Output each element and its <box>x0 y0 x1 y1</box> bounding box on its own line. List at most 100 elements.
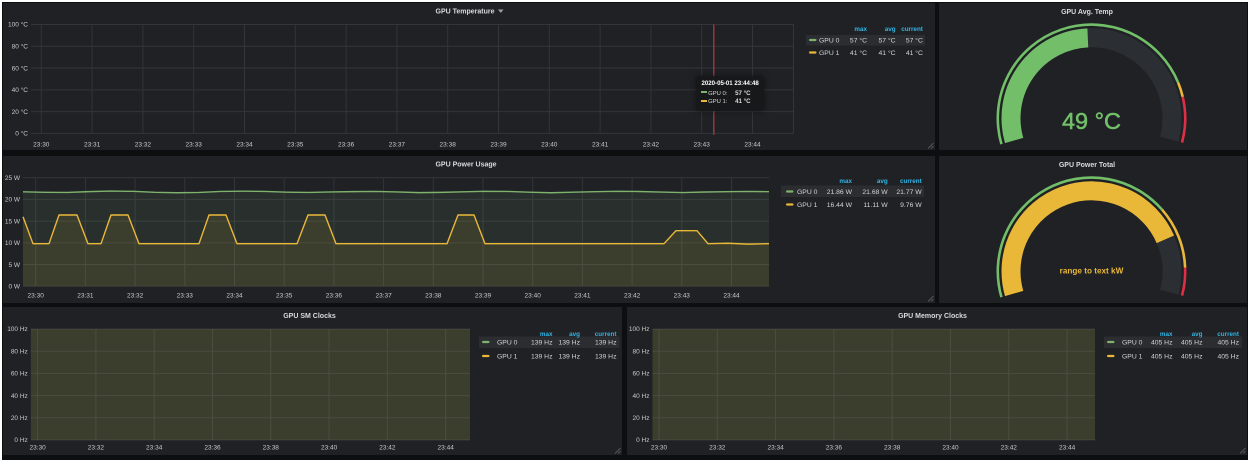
svg-text:23:44: 23:44 <box>744 141 761 148</box>
svg-text:GPU Avg. Temp: GPU Avg. Temp <box>1061 9 1113 16</box>
svg-text:57 °C: 57 °C <box>906 37 923 45</box>
svg-text:max: max <box>839 178 852 185</box>
svg-text:23:34: 23:34 <box>767 445 784 452</box>
svg-text:139 Hz: 139 Hz <box>595 354 617 361</box>
svg-text:current: current <box>900 178 923 185</box>
svg-text:5 W: 5 W <box>8 262 20 269</box>
svg-text:23:39: 23:39 <box>490 141 507 148</box>
svg-text:20 °C: 20 °C <box>12 108 29 116</box>
svg-text:23:40: 23:40 <box>525 293 542 300</box>
svg-text:23:41: 23:41 <box>574 293 591 300</box>
svg-text:139 Hz: 139 Hz <box>531 354 553 361</box>
svg-text:60 °C: 60 °C <box>12 64 29 72</box>
svg-text:23:34: 23:34 <box>226 293 243 300</box>
svg-text:20 Hz: 20 Hz <box>633 415 650 422</box>
svg-text:max: max <box>1160 331 1173 338</box>
svg-text:23:36: 23:36 <box>326 293 343 300</box>
svg-text:25 W: 25 W <box>5 175 21 182</box>
svg-text:21.86 W: 21.86 W <box>827 189 853 196</box>
svg-text:max: max <box>540 331 553 338</box>
svg-text:23:34: 23:34 <box>146 445 163 452</box>
svg-text:23:30: 23:30 <box>28 293 45 300</box>
svg-text:range to text kW: range to text kW <box>1060 267 1124 276</box>
svg-text:GPU Power Usage: GPU Power Usage <box>435 162 496 169</box>
svg-text:15 W: 15 W <box>5 218 21 225</box>
svg-text:100 °C: 100 °C <box>8 21 28 29</box>
svg-text:0 Hz: 0 Hz <box>636 437 649 444</box>
svg-text:80 Hz: 80 Hz <box>633 348 650 355</box>
svg-text:23:35: 23:35 <box>287 141 304 148</box>
svg-text:GPU SM Clocks: GPU SM Clocks <box>283 313 336 320</box>
svg-text:23:44: 23:44 <box>438 445 455 452</box>
svg-text:max: max <box>854 26 867 33</box>
svg-text:23:30: 23:30 <box>33 141 50 148</box>
svg-text:41 °C: 41 °C <box>906 49 923 57</box>
svg-text:21.77 W: 21.77 W <box>896 189 922 196</box>
svg-text:40 Hz: 40 Hz <box>633 393 650 400</box>
svg-text:GPU 0: GPU 0 <box>497 340 518 347</box>
svg-text:60 Hz: 60 Hz <box>633 371 650 378</box>
svg-text:23:36: 23:36 <box>338 141 355 148</box>
svg-text:23:40: 23:40 <box>321 445 338 452</box>
svg-text:23:37: 23:37 <box>389 141 406 148</box>
svg-text:23:30: 23:30 <box>29 445 46 452</box>
svg-text:57 °C: 57 °C <box>850 37 867 45</box>
svg-text:GPU 1: GPU 1 <box>797 202 818 209</box>
svg-text:23:35: 23:35 <box>276 293 293 300</box>
svg-text:23:42: 23:42 <box>379 445 396 452</box>
svg-text:GPU 0: GPU 0 <box>797 189 818 196</box>
svg-text:23:41: 23:41 <box>592 141 609 148</box>
svg-text:23:43: 23:43 <box>694 141 711 148</box>
svg-text:40 Hz: 40 Hz <box>11 393 28 400</box>
svg-text:23:33: 23:33 <box>177 293 194 300</box>
svg-text:avg: avg <box>1192 331 1203 338</box>
svg-text:23:38: 23:38 <box>440 141 457 148</box>
svg-text:49 °C: 49 °C <box>1062 108 1121 134</box>
svg-text:23:37: 23:37 <box>375 293 392 300</box>
svg-text:405 Hz: 405 Hz <box>1217 354 1239 361</box>
svg-text:23:42: 23:42 <box>1001 445 1018 452</box>
svg-text:current: current <box>901 26 924 33</box>
svg-text:16.44 W: 16.44 W <box>827 202 853 209</box>
svg-text:139 Hz: 139 Hz <box>595 340 617 347</box>
svg-text:23:42: 23:42 <box>643 141 660 148</box>
svg-text:GPU Temperature: GPU Temperature <box>436 9 495 16</box>
svg-text:GPU Memory Clocks: GPU Memory Clocks <box>898 313 967 320</box>
svg-text:0 W: 0 W <box>8 284 20 291</box>
svg-text:23:44: 23:44 <box>1059 445 1076 452</box>
svg-text:GPU 1: GPU 1 <box>497 354 518 361</box>
svg-text:405 Hz: 405 Hz <box>1217 340 1239 347</box>
svg-text:23:36: 23:36 <box>204 445 221 452</box>
svg-text:10 W: 10 W <box>5 240 21 247</box>
svg-text:GPU 0: GPU 0 <box>1122 340 1143 347</box>
svg-text:40 °C: 40 °C <box>12 86 29 94</box>
svg-text:41 °C: 41 °C <box>850 49 867 57</box>
svg-text:21.68 W: 21.68 W <box>862 189 888 196</box>
svg-text:23:31: 23:31 <box>77 293 94 300</box>
svg-text:23:40: 23:40 <box>541 141 558 148</box>
svg-text:avg: avg <box>885 26 896 33</box>
svg-text:80 Hz: 80 Hz <box>11 348 28 355</box>
svg-text:23:32: 23:32 <box>127 293 144 300</box>
svg-text:100 Hz: 100 Hz <box>629 326 650 333</box>
svg-text:avg: avg <box>877 178 888 185</box>
svg-text:23:43: 23:43 <box>674 293 691 300</box>
svg-text:23:33: 23:33 <box>186 141 203 148</box>
svg-text:23:32: 23:32 <box>135 141 152 148</box>
svg-text:avg: avg <box>569 331 580 338</box>
svg-text:23:44: 23:44 <box>723 293 740 300</box>
svg-text:23:32: 23:32 <box>709 445 726 452</box>
svg-text:23:34: 23:34 <box>236 141 253 148</box>
svg-text:405 Hz: 405 Hz <box>1151 340 1173 347</box>
svg-text:23:40: 23:40 <box>942 445 959 452</box>
svg-text:current: current <box>1217 331 1240 338</box>
svg-text:11.11 W: 11.11 W <box>863 202 888 209</box>
svg-text:9.76 W: 9.76 W <box>900 202 922 209</box>
svg-text:405 Hz: 405 Hz <box>1181 340 1203 347</box>
svg-text:80 °C: 80 °C <box>12 43 29 51</box>
svg-text:23:39: 23:39 <box>475 293 492 300</box>
svg-text:GPU 1: GPU 1 <box>819 50 840 57</box>
svg-text:23:30: 23:30 <box>651 445 668 452</box>
svg-text:23:32: 23:32 <box>88 445 105 452</box>
svg-text:139 Hz: 139 Hz <box>558 340 580 347</box>
